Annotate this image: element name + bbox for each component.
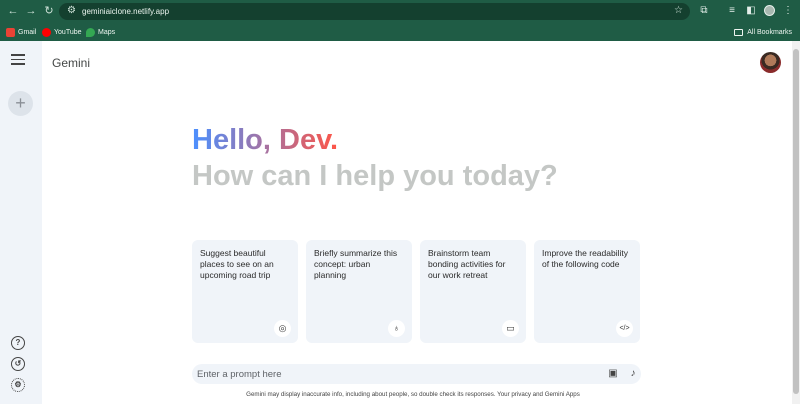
disclaimer: Gemini may display inaccurate info, incl… (246, 391, 580, 398)
site-info-icon[interactable]: ⚙ (67, 5, 79, 17)
prompt-bar: ▣ ♪ (192, 364, 641, 384)
bookmark-gmail[interactable]: Gmail (6, 26, 36, 38)
brand-title: Gemini (52, 56, 91, 70)
bookmark-star-icon[interactable]: ☆ (674, 5, 683, 17)
suggestion-card[interactable]: Brainstorm team bonding activities for o… (420, 240, 526, 343)
address-bar[interactable]: ⚙ geminiaiclone.netlify.app ☆ (59, 3, 690, 20)
profile-avatar-icon[interactable] (764, 5, 775, 16)
card-text: Suggest beautiful places to see on an up… (200, 248, 274, 280)
suggestion-card[interactable]: Improve the readability of the following… (534, 240, 640, 343)
user-avatar[interactable] (760, 52, 781, 73)
gemini-app: + ? ↺ ⚙ Gemini Hello, Dev. How can I hel… (0, 41, 792, 404)
subtitle: How can I help you today? (192, 160, 558, 192)
bookmark-label: Maps (98, 28, 116, 36)
bookmarks-bar: Gmail YouTube Maps All Bookmarks (0, 23, 800, 41)
browser-chrome: ← → ↻ ⚙ geminiaiclone.netlify.app ☆ ⧉ ≡ … (0, 0, 800, 41)
media-controls-icon[interactable]: ≡ (726, 4, 738, 18)
suggestion-card[interactable]: Suggest beautiful places to see on an up… (192, 240, 298, 343)
more-menu-icon[interactable]: ⋮ (782, 4, 794, 18)
help-icon[interactable]: ? (11, 336, 25, 350)
greeting: Hello, Dev. (192, 122, 338, 158)
gmail-icon (6, 27, 15, 37)
compass-icon: ◎ (274, 320, 291, 337)
microphone-icon[interactable]: ♪ (626, 367, 640, 381)
new-chat-plus-icon[interactable]: + (8, 91, 33, 116)
url-text[interactable]: geminiaiclone.netlify.app (82, 6, 169, 17)
back-arrow-icon[interactable]: ← (6, 4, 20, 18)
forward-arrow-icon[interactable]: → (24, 4, 38, 18)
sidebar: + ? ↺ ⚙ (0, 41, 42, 404)
all-bookmarks[interactable]: All Bookmarks (734, 26, 792, 38)
extensions-icon[interactable]: ⧉ (698, 4, 710, 18)
bookmark-maps[interactable]: Maps (86, 26, 115, 38)
scrollbar[interactable] (792, 41, 800, 404)
card-text: Briefly summarize this concept: urban pl… (314, 248, 398, 280)
folder-icon (734, 28, 744, 36)
bookmark-youtube[interactable]: YouTube (42, 26, 82, 38)
menu-icon[interactable] (11, 54, 25, 66)
reload-icon[interactable]: ↻ (42, 4, 56, 18)
all-bookmarks-label: All Bookmarks (747, 28, 792, 36)
message-icon: ▭ (502, 320, 519, 337)
bookmark-label: YouTube (54, 28, 82, 36)
bookmark-label: Gmail (18, 28, 37, 36)
prompt-input[interactable] (197, 366, 587, 382)
maps-icon (86, 27, 95, 37)
greeting-text: Hello, Dev. (192, 124, 339, 156)
settings-gear-icon[interactable]: ⚙ (11, 378, 25, 392)
card-text: Brainstorm team bonding activities for o… (428, 248, 506, 280)
browser-toolbar: ← → ↻ ⚙ geminiaiclone.netlify.app ☆ ⧉ ≡ … (0, 0, 800, 23)
youtube-icon (42, 27, 51, 37)
scroll-thumb[interactable] (793, 49, 799, 394)
side-panel-icon[interactable]: ◧ (745, 4, 757, 18)
card-text: Improve the readability of the following… (542, 248, 628, 269)
bulb-icon: ♁ (388, 320, 405, 337)
suggestion-card[interactable]: Briefly summarize this concept: urban pl… (306, 240, 412, 343)
code-icon: </> (616, 320, 633, 337)
history-icon[interactable]: ↺ (11, 357, 25, 371)
image-upload-icon[interactable]: ▣ (606, 367, 620, 381)
